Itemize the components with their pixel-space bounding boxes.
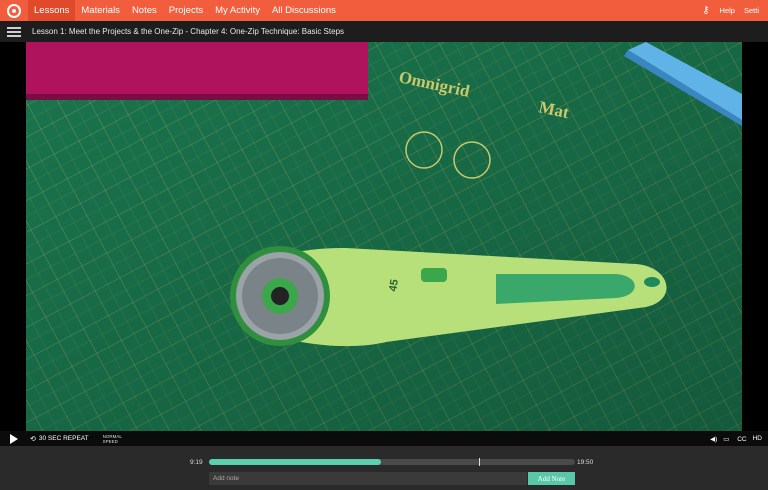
cutter-label: 45 bbox=[387, 278, 401, 292]
help-link[interactable]: Help bbox=[720, 6, 735, 15]
lesson-bar: Lesson 1: Meet the Projects & the One-Zi… bbox=[0, 21, 768, 42]
menu-icon[interactable] bbox=[7, 26, 21, 37]
nav-item-lessons[interactable]: Lessons bbox=[28, 0, 76, 21]
nav-item-notes[interactable]: Notes bbox=[126, 0, 163, 21]
play-icon[interactable] bbox=[10, 433, 18, 444]
progress-marker[interactable] bbox=[479, 458, 480, 466]
nav-item-projects[interactable]: Projects bbox=[163, 0, 209, 21]
lesson-title: Lesson 1: Meet the Projects & the One-Zi… bbox=[32, 27, 345, 36]
nav-item-my-activity[interactable]: My Activity bbox=[209, 0, 266, 21]
video-player[interactable]: Omnigrid Mat 45 bbox=[0, 42, 768, 446]
speed-button[interactable]: NORMAL SPEED bbox=[103, 434, 122, 444]
speed-line2: SPEED bbox=[102, 438, 118, 444]
nav-right: ⚷ Help Setti bbox=[702, 0, 768, 21]
settings-link[interactable]: Setti bbox=[744, 6, 759, 15]
repeat-icon: ⟲ bbox=[30, 435, 36, 443]
site-logo-icon[interactable] bbox=[7, 3, 21, 18]
nav-item-materials[interactable]: Materials bbox=[75, 0, 126, 21]
video-controls: ⟲ 30 SEC REPEAT NORMAL SPEED ◀) ▭ CC HD bbox=[0, 431, 768, 446]
nav-item-all-discussions[interactable]: All Discussions bbox=[266, 0, 342, 21]
magenta-book bbox=[26, 42, 368, 98]
volume-icon[interactable]: ◀) bbox=[710, 435, 717, 443]
progress-fill bbox=[209, 459, 382, 465]
controls-right: ◀) ▭ CC HD bbox=[704, 435, 762, 443]
total-time: 19:50 bbox=[577, 459, 594, 466]
cc-button[interactable]: ▭ CC bbox=[723, 435, 746, 443]
current-time: 9:19 bbox=[190, 459, 203, 466]
video-frame[interactable]: Omnigrid Mat 45 bbox=[26, 42, 742, 431]
notes-area: 9:19 19:50 Add Note bbox=[0, 446, 768, 490]
repeat-button[interactable]: ⟲ 30 SEC REPEAT bbox=[30, 435, 89, 443]
repeat-label: 30 SEC REPEAT bbox=[38, 435, 89, 442]
hd-button[interactable]: HD bbox=[753, 435, 762, 442]
progress-bar[interactable] bbox=[209, 458, 575, 466]
speed-line1: NORMAL bbox=[102, 433, 122, 439]
add-note-button[interactable]: Add Note bbox=[528, 472, 575, 485]
top-nav: Lessons Materials Notes Projects My Acti… bbox=[0, 0, 768, 21]
note-input[interactable] bbox=[209, 472, 527, 485]
key-icon[interactable]: ⚷ bbox=[702, 5, 709, 16]
cc-label: CC bbox=[737, 435, 747, 443]
